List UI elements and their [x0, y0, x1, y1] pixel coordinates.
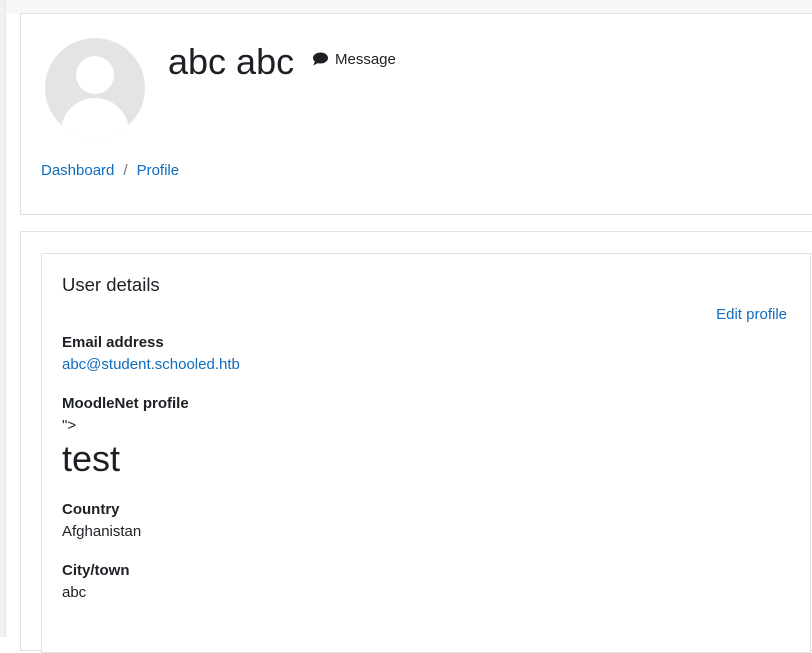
user-avatar[interactable]: [45, 38, 145, 138]
country-value: Afghanistan: [62, 523, 142, 540]
city-value: abc: [62, 584, 87, 601]
email-value-link[interactable]: abc@student.schooled.htb: [62, 356, 240, 373]
left-drawer-edge: [0, 0, 6, 637]
page-title: abc abc: [168, 41, 295, 82]
breadcrumb-profile[interactable]: Profile: [137, 162, 180, 179]
moodlenet-label: MoodleNet profile: [62, 395, 189, 412]
moodlenet-value: ">: [62, 417, 77, 434]
country-label: Country: [62, 501, 120, 518]
speech-bubble-icon: [313, 52, 328, 66]
main-content: User details Edit profile Email address …: [20, 231, 812, 653]
user-details-heading: User details: [62, 274, 160, 295]
breadcrumb: Dashboard / Profile: [41, 162, 179, 179]
breadcrumb-separator: /: [123, 162, 128, 179]
avatar-body-shape: [61, 98, 129, 138]
breadcrumb-dashboard[interactable]: Dashboard: [41, 162, 114, 179]
moodlenet-injected-heading: test: [62, 438, 121, 479]
edit-profile-link[interactable]: Edit profile: [716, 306, 787, 323]
top-strip: [6, 0, 812, 14]
avatar-head-shape: [76, 56, 114, 94]
message-button-label: Message: [335, 50, 396, 68]
message-button[interactable]: Message: [312, 48, 396, 70]
city-label: City/town: [62, 562, 130, 579]
user-details-section: User details Edit profile Email address …: [41, 253, 811, 653]
page-header: abc abc Message Dashboard / Profile: [20, 13, 812, 215]
email-label: Email address: [62, 334, 164, 351]
